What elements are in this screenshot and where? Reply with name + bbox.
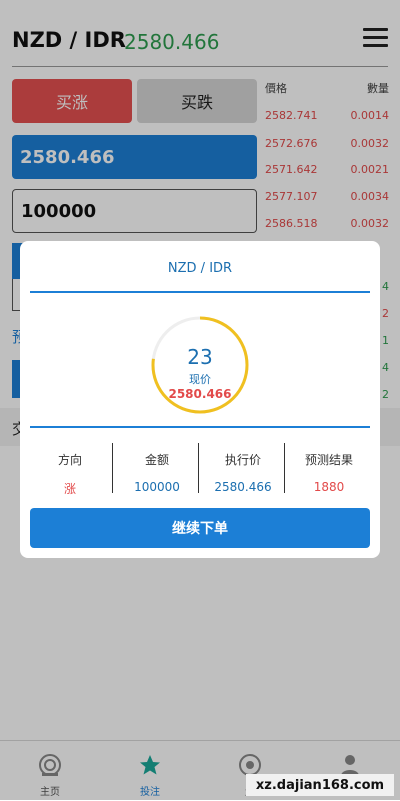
modal-divider (30, 291, 370, 293)
summary-header: 金额 (144, 453, 169, 467)
modal-title: NZD / IDR (167, 261, 233, 276)
summary-value: 1880 (313, 480, 345, 494)
summary-header: 执行价 (224, 453, 261, 467)
summary-value: 2580.466 (214, 480, 272, 494)
modal-divider (30, 426, 370, 428)
countdown-seconds: 23 (187, 345, 213, 369)
current-price-value: 2580.466 (168, 387, 232, 401)
summary-value: 涨 (63, 482, 76, 496)
summary-value: 100000 (134, 480, 180, 494)
summary-predicted-result: 预测结果 1880 (285, 443, 373, 494)
order-confirm-modal: NZD / IDR 23 现价 2580.466 方向 涨 金额 100000 … (20, 241, 380, 558)
current-price-label: 现价 (189, 373, 211, 386)
summary-amount: 金额 100000 (113, 443, 201, 494)
summary-strike-price: 执行价 2580.466 (199, 443, 287, 494)
summary-direction: 方向 涨 (26, 443, 114, 496)
watermark: xz.dajian168.com (246, 774, 394, 796)
summary-header: 预测结果 (304, 453, 353, 467)
continue-order-button[interactable]: 继续下单 (30, 508, 370, 548)
summary-header: 方向 (57, 453, 82, 467)
